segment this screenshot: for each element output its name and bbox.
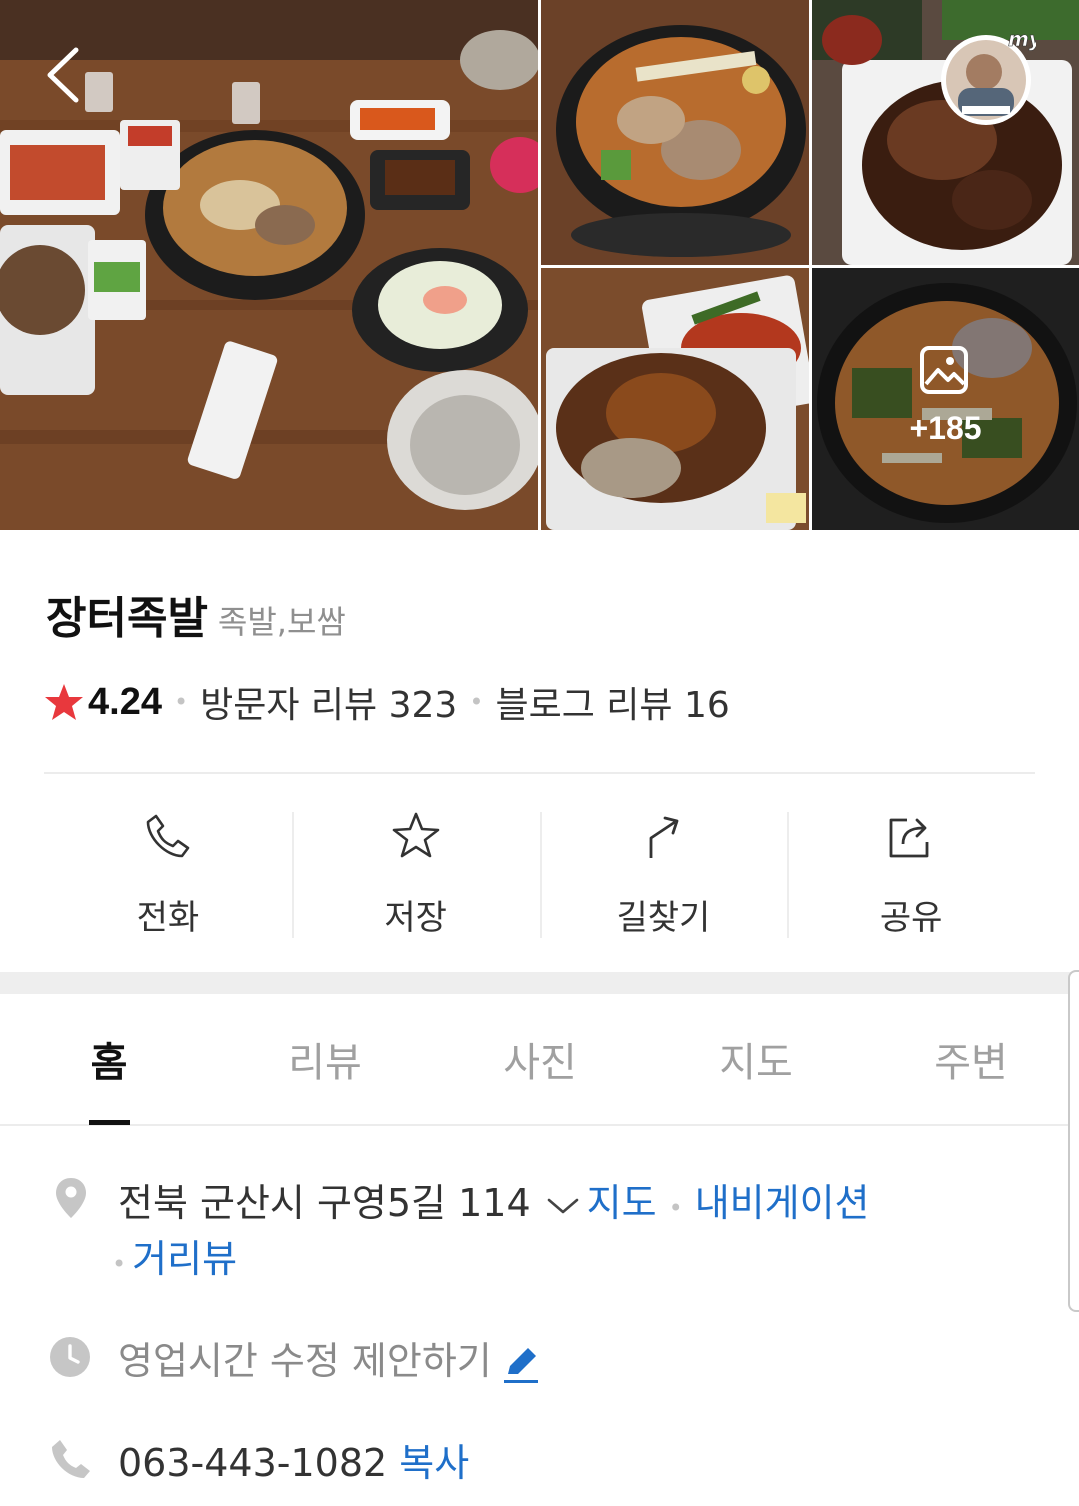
call-button[interactable]: 전화 [44,808,292,940]
rating-summary: 4.24 • 방문자 리뷰 323 • 블로그 리뷰 16 [44,676,730,728]
place-name: 장터족발 [46,593,208,644]
save-button[interactable]: 저장 [291,808,540,940]
street-view-row: • 거리뷰 [112,1228,237,1283]
image-icon [920,346,968,394]
navigation-link[interactable]: 내비게이션 [695,1181,870,1225]
tab-map[interactable]: 지도 [676,1030,836,1088]
phone-icon [52,1440,90,1478]
phone-row: 063-443-1082 복사 [118,1432,469,1487]
more-photos-count: +185 [909,410,982,446]
save-label: 저장 [384,898,447,938]
separator-dot: • [668,1194,683,1222]
section-separator [0,972,1079,994]
active-tab-indicator [89,1120,130,1125]
tab-bar: 홈 리뷰 사진 지도 주변 [0,994,1079,1126]
copy-link[interactable]: 복사 [399,1441,469,1485]
visitor-reviews-link[interactable]: 방문자 리뷰 323 [200,676,457,728]
share-button[interactable]: 공유 [787,808,1035,940]
street-view-link[interactable]: 거리뷰 [132,1237,237,1281]
tab-nearby[interactable]: 주변 [891,1030,1051,1088]
directions-button[interactable]: 길찾기 [539,808,788,940]
separator-dot: • [469,688,484,716]
location-pin-icon [56,1178,86,1218]
my-profile-badge[interactable]: my [936,27,1043,126]
hours-row: 영업시간 수정 제안하기 [118,1330,540,1385]
rating-star-icon [45,684,83,720]
star-outline-icon [392,812,439,858]
chevron-left-icon [47,47,79,103]
phone-number[interactable]: 063-443-1082 [118,1441,387,1485]
hours-suggest-link[interactable]: 영업시간 수정 제안하기 [118,1339,492,1383]
address-row: 전북 군산시 구영5길 114 지도 • 내비게이션 [118,1172,870,1227]
photo-thumbnail[interactable] [541,0,809,265]
chevron-down-icon[interactable] [545,1195,581,1217]
blog-reviews-link[interactable]: 블로그 리뷰 16 [495,676,729,728]
call-label: 전화 [136,898,200,938]
tab-photos[interactable]: 사진 [460,1030,620,1088]
tab-home[interactable]: 홈 [29,1030,189,1088]
separator-dot: • [112,1250,127,1278]
phone-icon [146,814,190,858]
place-category: 족발,보쌈 [217,603,346,641]
photo-thumbnail[interactable] [541,268,809,530]
divider [44,772,1035,774]
place-header: 장터족발 족발,보쌈 [46,582,346,646]
directions-arrow-icon [649,816,679,858]
tab-reviews[interactable]: 리뷰 [245,1030,405,1088]
rating-score: 4.24 [88,680,162,723]
pencil-edit-icon[interactable] [502,1344,540,1384]
photo-gallery: my +185 [0,0,1079,530]
share-label: 공유 [879,898,943,938]
separator-dot: • [173,688,189,716]
side-scroll-handle[interactable] [1068,970,1079,1312]
address-text: 전북 군산시 구영5길 114 [118,1181,531,1225]
action-bar: 전화 저장 길찾기 공유 [44,808,1035,940]
more-photos-overlay[interactable]: +185 [812,268,1079,530]
directions-label: 길찾기 [616,898,711,938]
clock-icon [50,1337,90,1377]
my-badge-text: my [1008,28,1036,51]
share-icon [889,818,929,858]
back-button[interactable] [38,40,88,110]
map-link[interactable]: 지도 [587,1181,657,1225]
